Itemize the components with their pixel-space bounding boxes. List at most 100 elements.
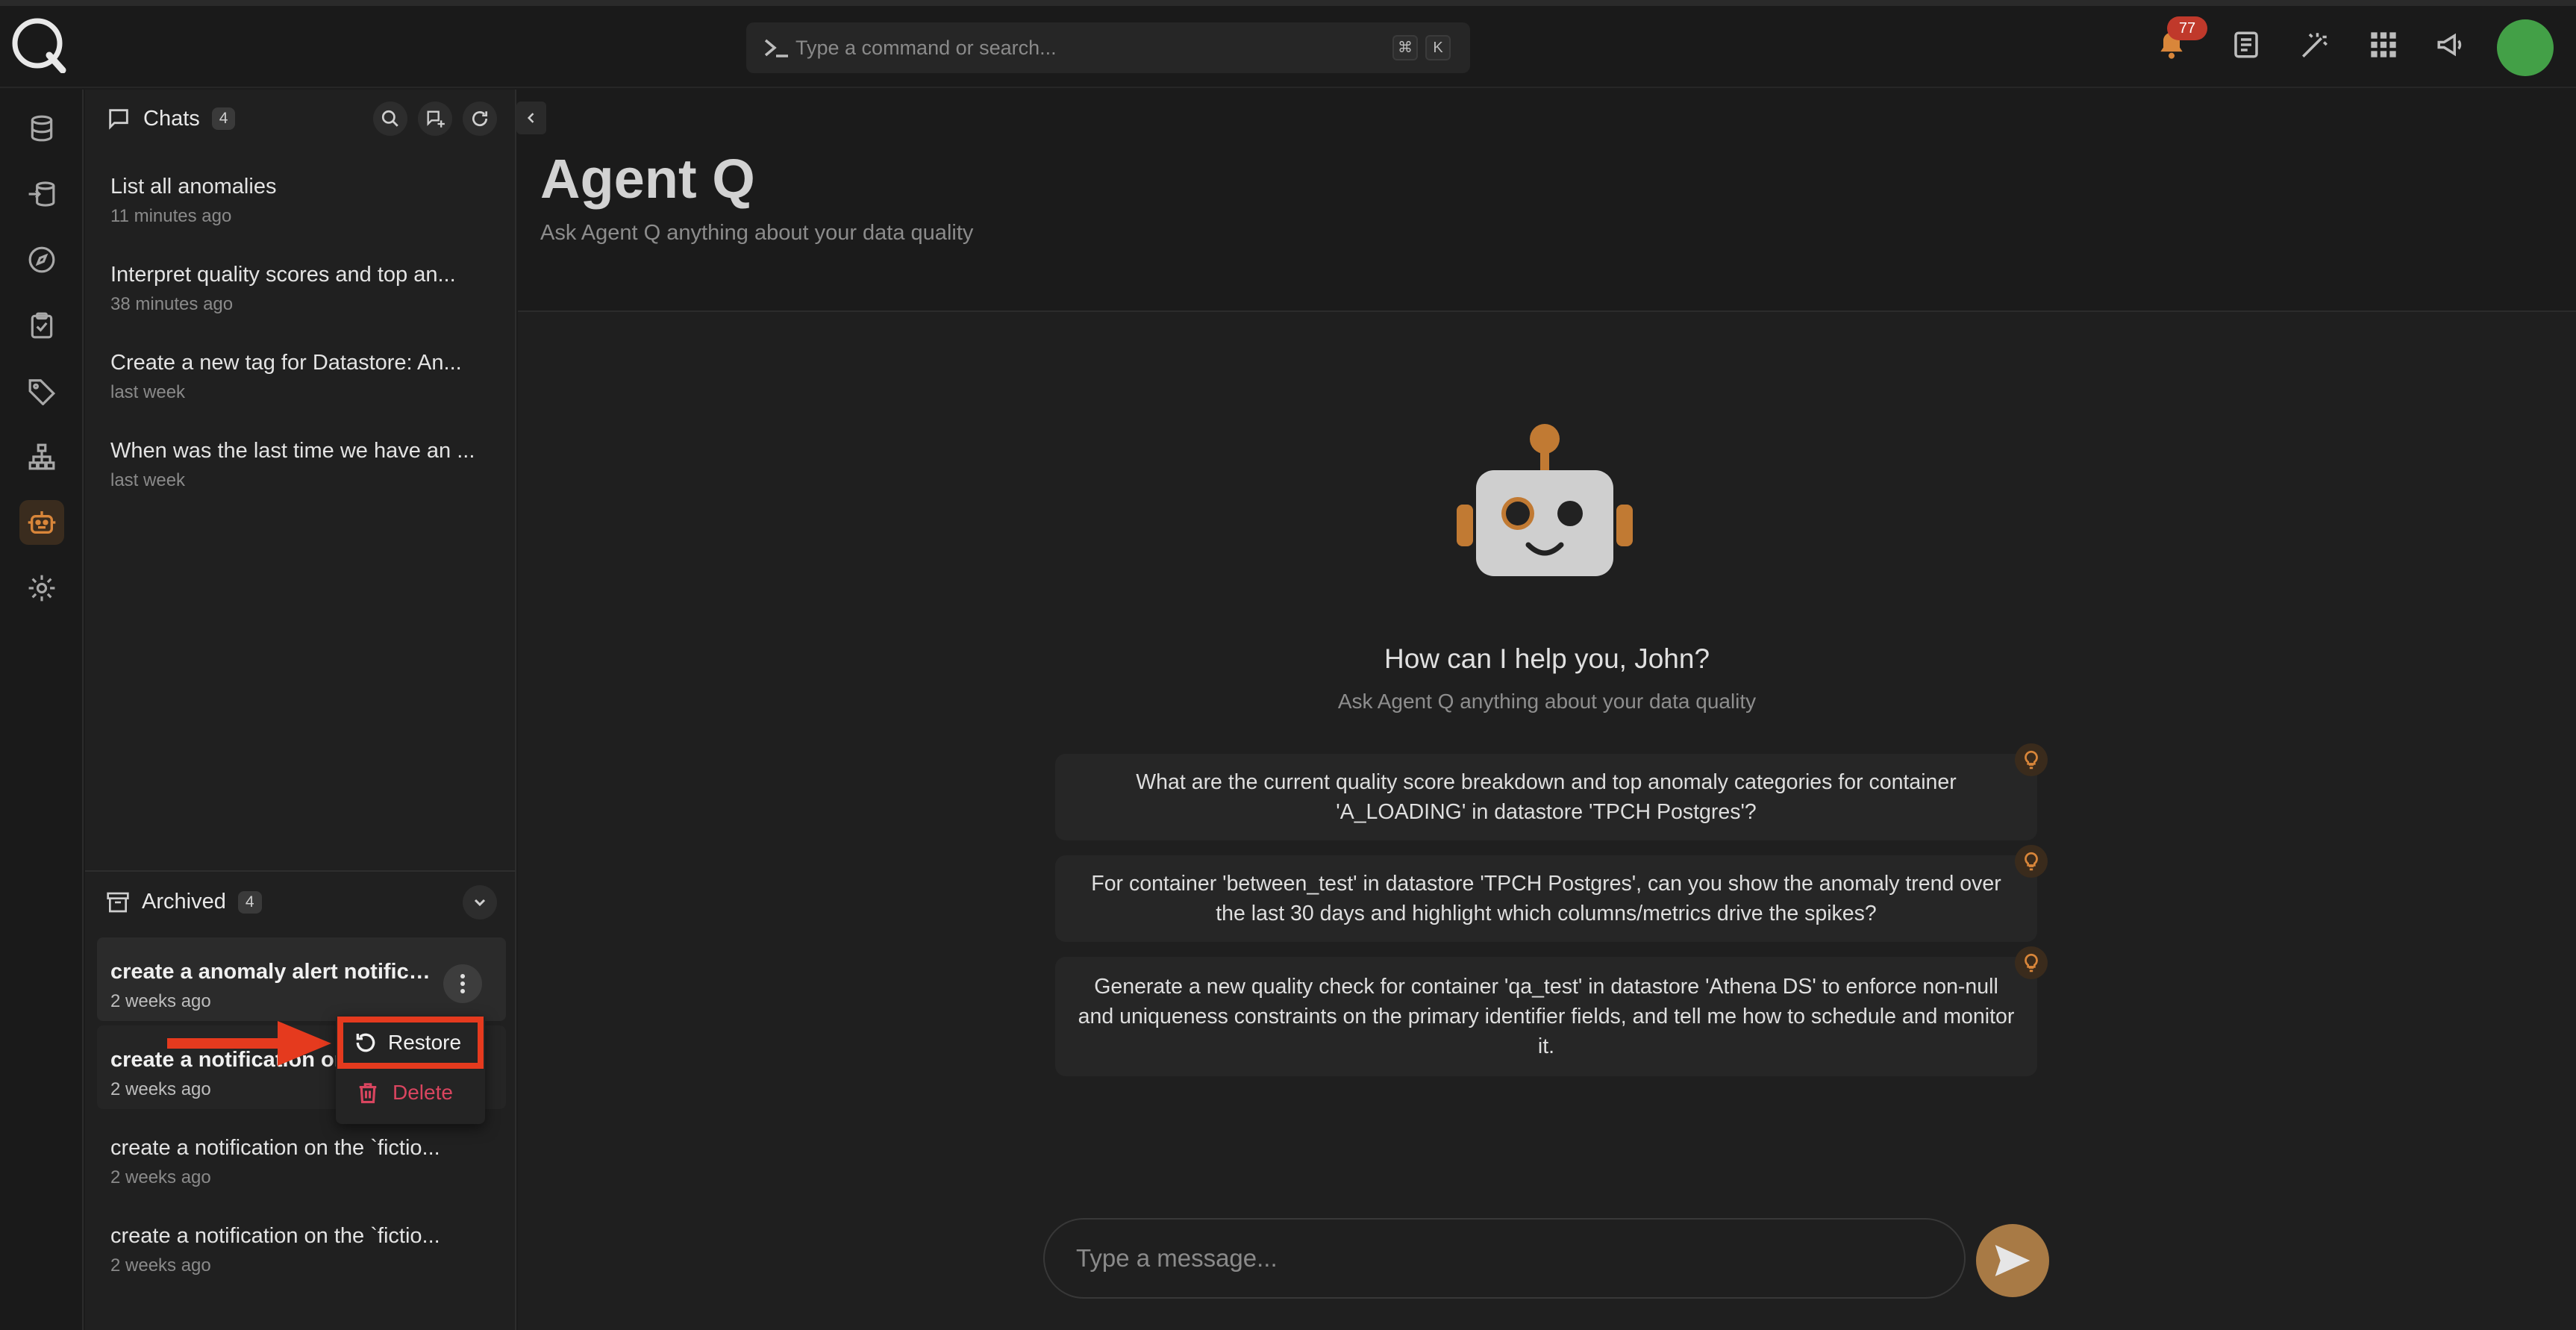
chat-item[interactable]: Create a new tag for Datastore: An... la… [110, 349, 484, 403]
greeting-text: How can I help you, John? [1384, 643, 1710, 674]
chat-item-time: 38 minutes ago [110, 294, 234, 314]
message-input[interactable] [1076, 1244, 1897, 1273]
chat-item-title: When was the last time we have an ... [110, 439, 475, 463]
chat-item-time: 11 minutes ago [110, 206, 232, 226]
command-search-placeholder: Type a command or search... [795, 37, 1057, 59]
suggestion-card[interactable]: For container 'between_test' in datastor… [1055, 855, 2037, 942]
delete-label: Delete [393, 1081, 453, 1104]
shortcut-cmd-key: ⌘ [1392, 35, 1418, 60]
archived-divider [85, 870, 516, 872]
archived-item-time: 2 weeks ago [110, 1255, 211, 1276]
new-chat-icon [427, 110, 445, 128]
kebab-menu-icon [460, 974, 465, 993]
archived-item-time: 2 weeks ago [110, 1167, 211, 1187]
archived-item-title: create a anomaly alert notificat... [110, 960, 439, 984]
send-button[interactable] [1976, 1224, 2049, 1297]
tag-icon [28, 379, 56, 405]
shortcut-k-key: K [1425, 35, 1451, 60]
chats-header: Chats 4 [106, 106, 236, 131]
theme-toggle-button[interactable] [2292, 22, 2337, 67]
window-edge [0, 0, 2576, 6]
app-logo-icon[interactable] [10, 16, 67, 73]
chats-panel: Chats 4 List all anomalies 11 minutes ag… [85, 90, 516, 1330]
chat-item-title: List all anomalies [110, 175, 277, 199]
delete-menu-item[interactable]: Delete [357, 1081, 453, 1105]
user-avatar[interactable] [2497, 19, 2554, 76]
clipboard-check-icon [31, 312, 53, 339]
nav-settings[interactable] [19, 566, 64, 611]
lightbulb-icon [2015, 845, 2048, 878]
compass-icon [28, 246, 55, 273]
docs-button[interactable] [2224, 22, 2269, 67]
chat-item-title: Interpret quality scores and top an... [110, 263, 456, 287]
nav-datastores[interactable] [19, 106, 64, 151]
chat-item[interactable]: List all anomalies 11 minutes ago [110, 173, 484, 227]
nav-lineage[interactable] [19, 434, 64, 479]
document-icon [2234, 31, 2258, 58]
page-subtitle: Ask Agent Q anything about your data qua… [540, 221, 974, 245]
archived-item[interactable]: create a anomaly alert notificat... 2 we… [110, 958, 439, 1012]
gear-icon [28, 575, 55, 602]
chat-item[interactable]: Interpret quality scores and top an... 3… [110, 261, 484, 315]
main-header [518, 90, 2576, 312]
nav-checks[interactable] [19, 303, 64, 348]
archived-count-badge: 4 [237, 890, 262, 914]
restore-menu-item[interactable]: Restore [337, 1017, 484, 1069]
nav-rail [0, 90, 84, 1330]
archived-item[interactable]: create a notification on the `fictio... … [110, 1134, 484, 1188]
chat-bubble-icon [109, 109, 128, 130]
restore-icon [356, 1033, 375, 1052]
archived-item[interactable]: create a notification on the `fictio... … [110, 1223, 484, 1276]
nav-tags[interactable] [19, 369, 64, 413]
terminal-icon [764, 39, 788, 57]
archived-title: Archived [142, 890, 226, 914]
command-search-input[interactable]: Type a command or search... ⌘ K [746, 22, 1470, 73]
database-icon [31, 115, 53, 142]
megaphone-icon [2437, 33, 2462, 57]
nav-explore[interactable] [19, 237, 64, 282]
message-input-wrapper [1043, 1218, 1966, 1299]
restore-label: Restore [388, 1031, 462, 1054]
magic-wand-icon [2302, 33, 2328, 57]
lightbulb-icon [2015, 743, 2048, 776]
chevron-down-icon [474, 899, 486, 907]
suggestion-card[interactable]: Generate a new quality check for contain… [1055, 957, 2037, 1076]
archived-item-menu-button[interactable] [443, 964, 482, 1003]
hierarchy-icon [28, 443, 55, 470]
suggestion-text: For container 'between_test' in datastor… [1091, 872, 2001, 925]
chat-item[interactable]: When was the last time we have an ... la… [110, 437, 484, 491]
annotation-arrow-icon [167, 1021, 331, 1066]
search-chats-button[interactable] [373, 102, 407, 136]
suggestion-text: What are the current quality score break… [1136, 770, 1957, 824]
archived-item-time: 2 weeks ago [110, 1079, 211, 1099]
announcements-button[interactable] [2428, 22, 2473, 67]
robot-icon [28, 511, 56, 534]
nav-flows[interactable] [19, 172, 64, 216]
collapse-archived-button[interactable] [463, 885, 497, 920]
greeting-subtitle: Ask Agent Q anything about your data qua… [1337, 690, 1757, 713]
flows-icon [28, 181, 55, 207]
suggestion-card[interactable]: What are the current quality score break… [1055, 754, 2037, 840]
grid-icon [2371, 32, 2396, 57]
nav-agent-q[interactable] [19, 500, 64, 545]
collapse-sidebar-button[interactable] [516, 102, 546, 134]
search-icon [381, 110, 398, 127]
lightbulb-icon [2015, 946, 2048, 979]
trash-icon [359, 1083, 377, 1104]
archived-item-time: 2 weeks ago [110, 991, 211, 1011]
chat-item-time: last week [110, 470, 186, 490]
new-chat-button[interactable] [418, 102, 452, 136]
chat-item-title: Create a new tag for Datastore: An... [110, 351, 462, 375]
archived-item-title: create a notification on the `fictio... [110, 1224, 440, 1248]
chats-title: Chats [143, 106, 200, 131]
top-bar: Type a command or search... ⌘ K 77 [0, 0, 2576, 88]
send-icon [1995, 1245, 2031, 1276]
agent-robot-icon [1457, 424, 1633, 576]
refresh-chats-button[interactable] [463, 102, 497, 136]
chat-item-time: last week [110, 382, 186, 402]
archived-header: Archived 4 [106, 890, 262, 914]
archived-item-title: create a notification on the `fictio... [110, 1136, 440, 1160]
archive-box-icon [107, 892, 129, 912]
apps-button[interactable] [2361, 22, 2406, 67]
chats-count-badge: 4 [211, 107, 236, 130]
